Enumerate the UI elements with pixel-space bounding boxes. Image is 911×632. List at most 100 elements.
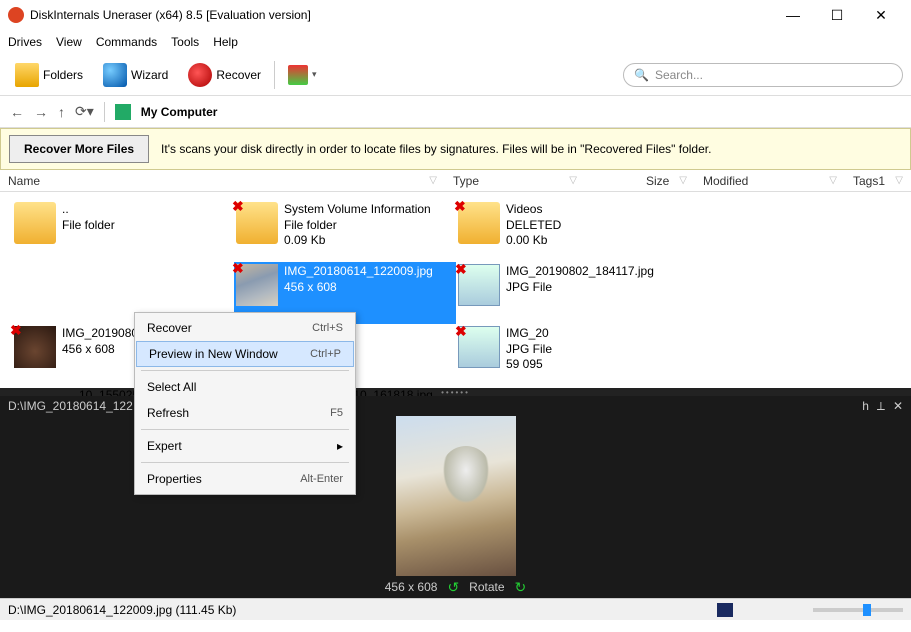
- filter-icon[interactable]: ▽: [679, 175, 687, 186]
- file-item[interactable]: ✖ IMG_20190802_184117.jpgJPG File: [456, 262, 678, 324]
- separator: [141, 462, 349, 463]
- folder-icon: [14, 202, 56, 244]
- menu-drives[interactable]: Drives: [8, 35, 42, 49]
- filter-icon[interactable]: ▽: [569, 175, 577, 186]
- zoom-slider[interactable]: [813, 608, 903, 612]
- file-sub: File folder: [62, 218, 115, 234]
- search-icon: 🔍: [634, 68, 649, 82]
- file-name: IMG_20180614_122009.jpg: [284, 264, 433, 280]
- file-name: IMG_20190802_184117.jpg: [506, 264, 654, 280]
- toolbar-separator: [274, 61, 275, 89]
- nav-history-button[interactable]: ⟳▾: [75, 103, 94, 120]
- ctx-expert[interactable]: Expert▸: [135, 433, 355, 459]
- wizard-button[interactable]: Wizard: [96, 58, 175, 92]
- window-title: DiskInternals Uneraser (x64) 8.5 [Evalua…: [30, 8, 771, 22]
- file-sub: DELETED: [506, 218, 561, 234]
- status-path: D:\IMG_20180614_122009.jpg (111.45 Kb): [8, 603, 236, 617]
- folders-label: Folders: [43, 68, 83, 82]
- close-button[interactable]: ✕: [859, 0, 903, 30]
- folder-icon: ✖: [458, 202, 500, 244]
- image-icon: ✖: [458, 264, 500, 306]
- nav-back-button[interactable]: ←: [10, 104, 24, 120]
- file-item[interactable]: ✖ System Volume InformationFile folder0.…: [234, 200, 456, 262]
- col-type[interactable]: Type▽: [445, 174, 585, 188]
- filter-icon[interactable]: ▽: [429, 175, 437, 186]
- ctx-recover[interactable]: RecoverCtrl+S: [135, 315, 355, 341]
- nav-separator: [104, 102, 105, 122]
- deleted-x-icon: ✖: [232, 260, 244, 277]
- location-label[interactable]: My Computer: [141, 105, 218, 119]
- file-item[interactable]: ✖ IMG_20JPG File59 095: [456, 324, 678, 386]
- view-mode-button[interactable]: ▾: [281, 60, 324, 90]
- file-name: ..: [62, 202, 115, 218]
- menu-help[interactable]: Help: [213, 35, 238, 49]
- status-icon: [717, 603, 733, 617]
- ctx-preview-new-window[interactable]: Preview in New WindowCtrl+P: [136, 341, 354, 367]
- menu-bar: Drives View Commands Tools Help: [0, 30, 911, 54]
- folder-icon: ✖: [236, 202, 278, 244]
- search-placeholder: Search...: [655, 68, 703, 82]
- wizard-icon: [103, 63, 127, 87]
- wizard-label: Wizard: [131, 68, 168, 82]
- status-bar: D:\IMG_20180614_122009.jpg (111.45 Kb): [0, 598, 911, 620]
- deleted-x-icon: ✖: [10, 322, 22, 339]
- title-bar: DiskInternals Uneraser (x64) 8.5 [Evalua…: [0, 0, 911, 30]
- context-menu: RecoverCtrl+S Preview in New WindowCtrl+…: [134, 312, 356, 495]
- recover-more-button[interactable]: Recover More Files: [9, 135, 149, 163]
- preview-footer: 456 x 608 ↺ Rotate ↻: [0, 576, 911, 598]
- rotate-right-icon[interactable]: ↻: [515, 579, 527, 596]
- file-item[interactable]: ✖ VideosDELETED0.00 Kb: [456, 200, 678, 262]
- ctx-select-all[interactable]: Select All: [135, 374, 355, 400]
- deleted-x-icon: ✖: [454, 198, 466, 215]
- search-input[interactable]: 🔍 Search...: [623, 63, 903, 87]
- photo-thumb: ✖: [236, 264, 278, 306]
- maximize-button[interactable]: ☐: [815, 0, 859, 30]
- recover-label: Recover: [216, 68, 261, 82]
- file-sub: JPG File: [506, 280, 654, 296]
- menu-tools[interactable]: Tools: [171, 35, 199, 49]
- file-name: System Volume Information: [284, 202, 431, 218]
- preview-close-button[interactable]: ✕: [893, 399, 903, 413]
- submenu-arrow-icon: ▸: [337, 439, 343, 453]
- file-name: IMG_20: [506, 326, 552, 342]
- preview-image: [396, 416, 516, 576]
- col-size[interactable]: Size▽: [585, 174, 695, 188]
- file-dims: 456 x 608: [284, 280, 433, 296]
- deleted-x-icon: ✖: [455, 323, 467, 340]
- rotate-left-icon[interactable]: ↺: [447, 579, 459, 596]
- ctx-properties[interactable]: PropertiesAlt-Enter: [135, 466, 355, 492]
- filter-icon[interactable]: ▽: [829, 175, 837, 186]
- separator: [141, 429, 349, 430]
- app-icon: [8, 7, 24, 23]
- preview-dims: 456 x 608: [385, 580, 438, 594]
- deleted-x-icon: ✖: [455, 261, 467, 278]
- ctx-refresh[interactable]: RefreshF5: [135, 400, 355, 426]
- banner: Recover More Files It's scans your disk …: [0, 128, 911, 170]
- deleted-x-icon: ✖: [232, 198, 244, 215]
- column-header: Name▽ Type▽ Size▽ Modified▽ Tags1▽: [0, 170, 911, 192]
- file-size: 59 095: [506, 357, 552, 373]
- menu-view[interactable]: View: [56, 35, 82, 49]
- preview-pin-button[interactable]: ⟂: [877, 399, 885, 414]
- nav-up-button[interactable]: ↑: [58, 104, 65, 120]
- menu-commands[interactable]: Commands: [96, 35, 157, 49]
- col-modified[interactable]: Modified▽: [695, 174, 845, 188]
- folders-icon: [15, 63, 39, 87]
- image-icon: ✖: [458, 326, 500, 368]
- folders-button[interactable]: Folders: [8, 58, 90, 92]
- filter-icon[interactable]: ▽: [895, 175, 903, 186]
- file-item-up[interactable]: ..File folder: [12, 200, 234, 262]
- col-name[interactable]: Name▽: [0, 174, 445, 188]
- preview-h-label[interactable]: h: [862, 399, 869, 413]
- minimize-button[interactable]: —: [771, 0, 815, 30]
- computer-icon: [115, 104, 131, 120]
- recover-icon: [188, 63, 212, 87]
- file-size: 0.09 Kb: [284, 233, 431, 249]
- separator: [141, 370, 349, 371]
- nav-forward-button[interactable]: →: [34, 104, 48, 120]
- banner-text: It's scans your disk directly in order t…: [161, 142, 711, 156]
- photo-thumb: ✖: [14, 326, 56, 368]
- recover-button[interactable]: Recover: [181, 58, 268, 92]
- file-sub: JPG File: [506, 342, 552, 358]
- col-tags[interactable]: Tags1▽: [845, 174, 911, 188]
